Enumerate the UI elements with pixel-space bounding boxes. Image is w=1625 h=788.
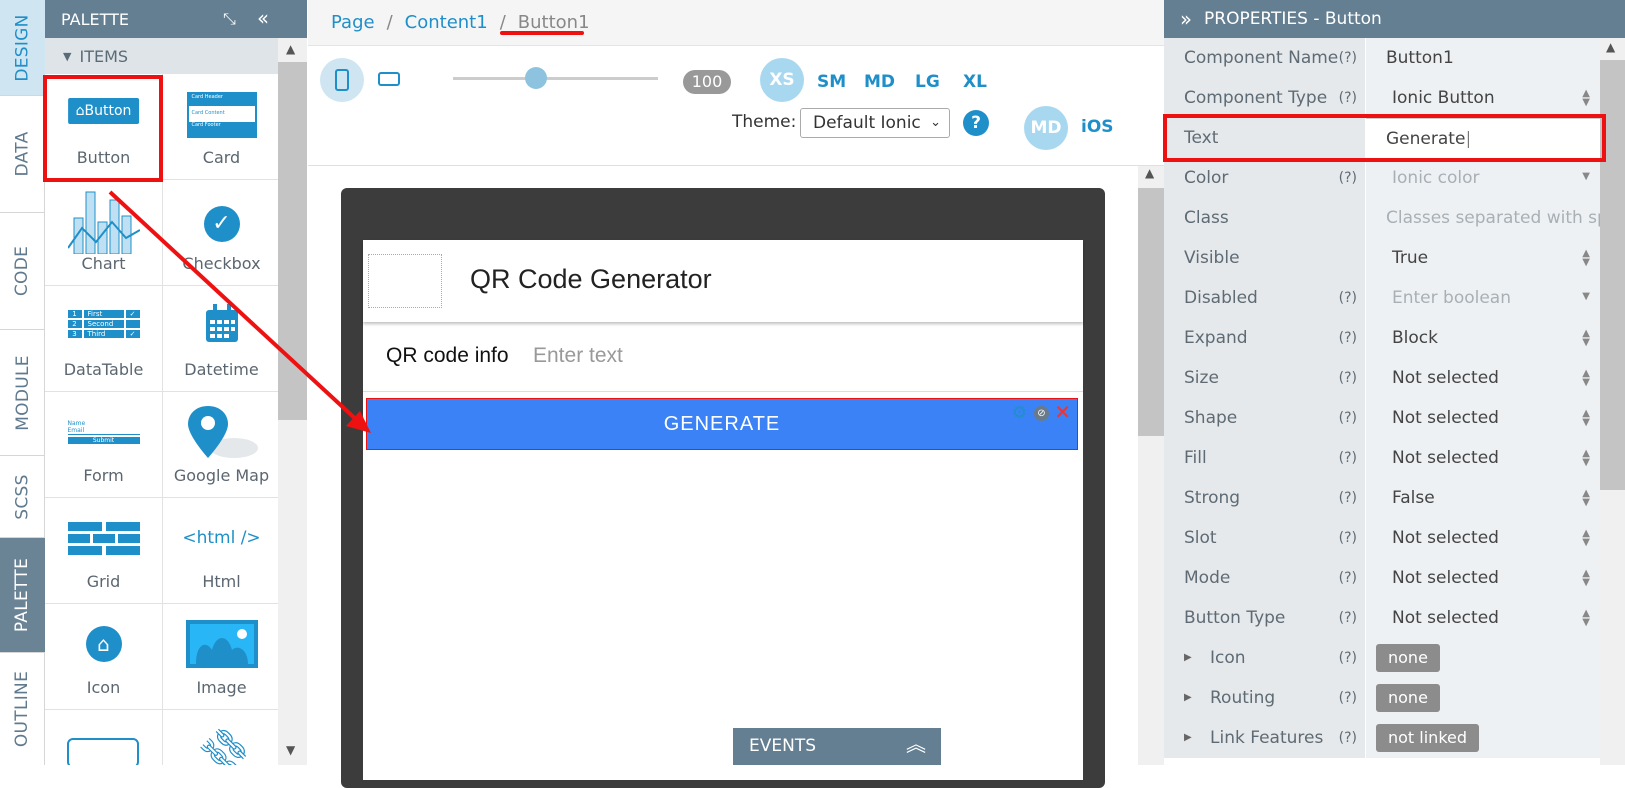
annotation-arrow	[108, 190, 371, 433]
